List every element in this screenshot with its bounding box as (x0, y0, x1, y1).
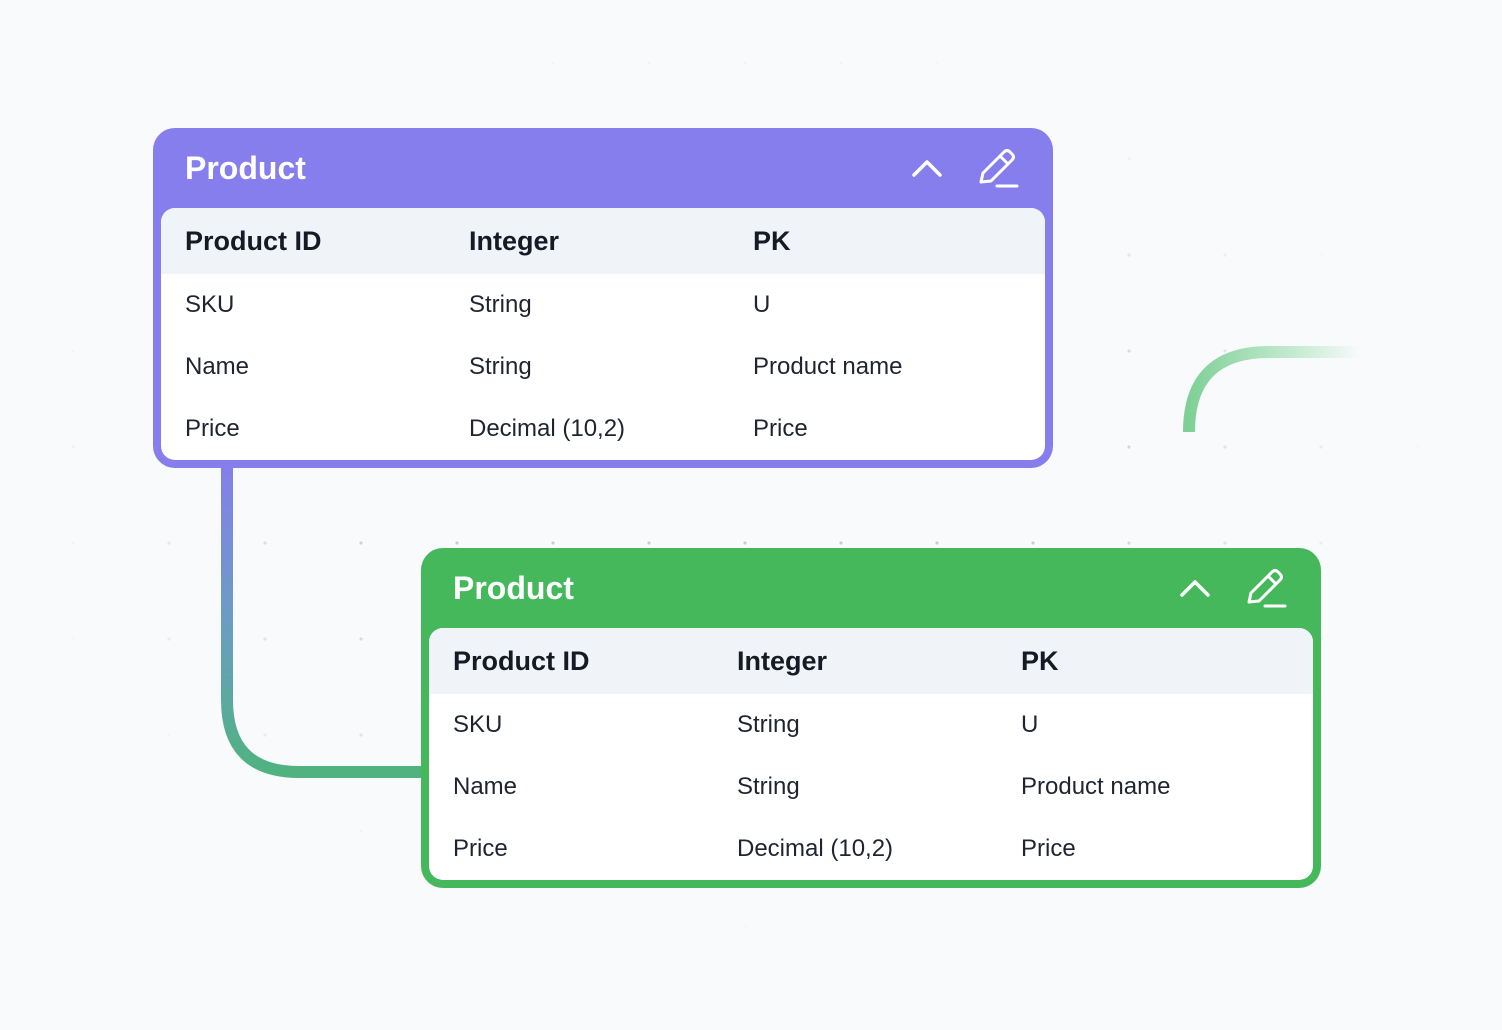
table-header: Product (161, 128, 1045, 208)
table-header: Product (429, 548, 1313, 628)
field-name: Name (185, 353, 250, 380)
field-type: String (469, 353, 532, 380)
table-row[interactable]: Name String Product name (161, 336, 1045, 398)
field-type: String (737, 711, 800, 738)
field-constraint: U (753, 291, 771, 318)
field-type: String (469, 291, 532, 318)
table-body: Product ID Integer PK SKU String U Name … (161, 208, 1045, 460)
table-column-header: Product ID Integer PK (429, 628, 1313, 694)
entity-table-product-2[interactable]: Product Product ID Integer PK SKU String… (421, 548, 1321, 888)
field-type: Decimal (10,2) (737, 835, 894, 862)
table-row[interactable]: SKU String U (161, 274, 1045, 336)
field-name: Price (453, 835, 508, 862)
field-name: SKU (453, 711, 503, 738)
chevron-up-icon[interactable] (905, 146, 949, 190)
connector-left (221, 460, 430, 778)
chevron-up-icon[interactable] (1173, 566, 1217, 610)
entity-table-product-1[interactable]: Product Product ID Integer PK SKU String… (153, 128, 1053, 468)
field-constraint: U (1021, 711, 1039, 738)
table-row[interactable]: SKU String U (429, 694, 1313, 756)
table-title: Product (453, 569, 574, 606)
field-type: String (737, 773, 800, 800)
field-type: Decimal (10,2) (469, 415, 626, 442)
table-column-header: Product ID Integer PK (161, 208, 1045, 274)
field-name: Price (185, 415, 240, 442)
connector-right-curve (1183, 346, 1360, 433)
column-header: Product ID (185, 225, 322, 256)
table-row[interactable]: Price Decimal (10,2) Price (161, 398, 1045, 460)
column-header: Product ID (453, 645, 590, 676)
field-name: SKU (185, 291, 235, 318)
table-title: Product (185, 149, 306, 186)
field-constraint: Product name (753, 353, 903, 380)
pencil-icon[interactable] (973, 144, 1021, 192)
field-name: Name (453, 773, 518, 800)
column-header: Integer (737, 645, 828, 676)
column-header: PK (1021, 645, 1059, 676)
pencil-icon[interactable] (1241, 564, 1289, 612)
table-row[interactable]: Name String Product name (429, 756, 1313, 818)
table-body: Product ID Integer PK SKU String U Name … (429, 628, 1313, 880)
field-constraint: Product name (1021, 773, 1171, 800)
table-row[interactable]: Price Decimal (10,2) Price (429, 818, 1313, 880)
column-header: PK (753, 225, 791, 256)
column-header: Integer (469, 225, 560, 256)
field-constraint: Price (753, 415, 808, 442)
field-constraint: Price (1021, 835, 1076, 862)
